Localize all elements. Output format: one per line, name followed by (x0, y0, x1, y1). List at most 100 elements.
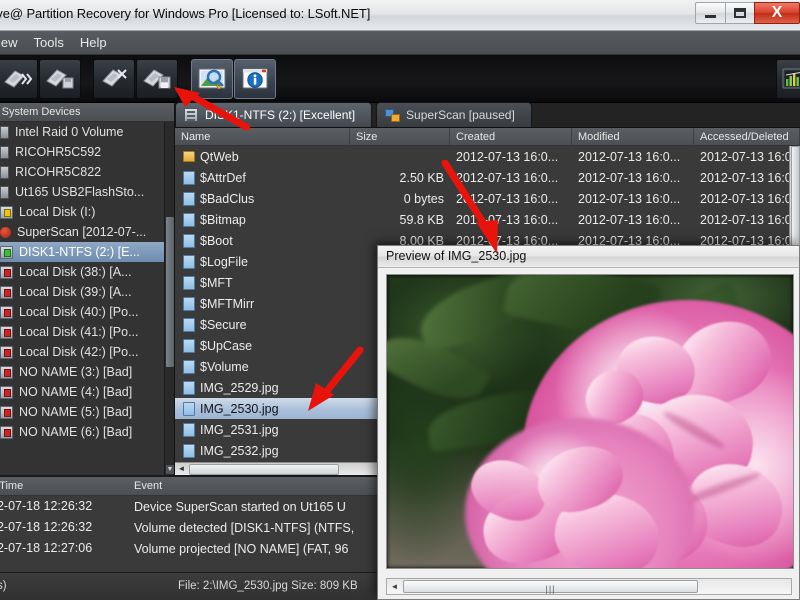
file-list-hscroll-thumb[interactable] (189, 464, 339, 475)
sidebar-item-label: NO NAME (6:) [Bad] (19, 425, 133, 439)
sidebar-item[interactable]: NO NAME (5:) [Bad] (0, 402, 174, 422)
file-accessed-cell: 2012-07-13 16:0 (700, 149, 792, 164)
tab-label: SuperScan [paused] (406, 108, 515, 122)
file-name-label: $AttrDef (200, 170, 246, 185)
sidebar-item[interactable]: RICOHR5C822 (0, 162, 174, 182)
scan-icon (0, 226, 11, 238)
column-header-size[interactable]: Size (350, 128, 450, 145)
scan-preview-icon (198, 68, 226, 90)
tab-superscan[interactable]: SuperScan [paused] (376, 102, 532, 127)
file-name-label: IMG_2531.jpg (200, 422, 279, 437)
preview-body: ◄ ||| (378, 268, 799, 599)
sidebar-item[interactable]: SuperScan [2012-07-... (0, 222, 174, 242)
sidebar-item[interactable]: Ut165 USB2FlashSto... (0, 182, 174, 202)
sidebar-item-label: NO NAME (4:) [Bad] (19, 385, 133, 399)
menu-item-help[interactable]: Help (72, 33, 115, 52)
preview-scroll-left-arrow[interactable]: ◄ (388, 580, 401, 593)
column-header-created[interactable]: Created (450, 128, 572, 145)
device-list: Intel Raid 0 Volume RICOHR5C592 RICOHR5C82… (0, 122, 174, 442)
sidebar-scrollbar[interactable]: ▼ (164, 122, 174, 475)
file-icon (183, 296, 195, 311)
sidebar-item[interactable]: NO NAME (6:) [Bad] (0, 422, 174, 442)
folder-icon (183, 151, 195, 162)
preview-horizontal-scrollbar[interactable]: ◄ ||| (386, 578, 792, 595)
sidebar-item[interactable]: DISK1-NTFS (2:) [E... (0, 242, 174, 262)
disk-editor-button[interactable] (776, 59, 800, 99)
sidebar-item[interactable]: Intel Raid 0 Volume (0, 122, 174, 142)
file-created-cell: 2012-07-13 16:0... (456, 191, 559, 206)
close-button[interactable]: X (754, 2, 800, 24)
preview-scroll-thumb[interactable]: ||| (403, 580, 698, 594)
file-modified-cell: 2012-07-13 16:0... (578, 149, 681, 164)
sidebar-item-label: Local Disk (I:) (19, 205, 96, 219)
partition-save-button[interactable] (136, 59, 178, 99)
file-name-cell: $AttrDef (175, 170, 350, 185)
sidebar-item[interactable]: Local Disk (41:) [Po... (0, 322, 174, 342)
recover-fast-button[interactable] (0, 59, 38, 99)
file-name-cell: IMG_2531.jpg (175, 422, 350, 437)
sidebar-header-label: al System Devices (0, 106, 81, 118)
file-accessed-cell: 2012-07-13 16:0 (700, 212, 792, 227)
properties-button[interactable] (234, 59, 276, 99)
superscan-icon (385, 108, 401, 122)
sidebar-item[interactable]: Local Disk (40:) [Po... (0, 302, 174, 322)
partition-delete-button[interactable] (93, 59, 135, 99)
title-bar: tive@ Partition Recovery for Windows Pro… (0, 0, 800, 31)
file-icon (183, 191, 195, 206)
file-name-cell: QtWeb (175, 150, 350, 164)
sidebar-scroll-down-arrow[interactable]: ▼ (166, 465, 174, 474)
column-header-modified[interactable]: Modified (572, 128, 694, 145)
window-controls: X (695, 0, 800, 27)
menu-bar: iew Tools Help (0, 31, 800, 55)
file-name-cell: $Volume (175, 359, 350, 374)
preview-window[interactable]: Preview of IMG_2530.jpg ◄ ||| (377, 245, 800, 600)
file-icon (183, 212, 195, 227)
sidebar-item[interactable]: Local Disk (39:) [A... (0, 282, 174, 302)
log-time-label: 12-07-18 12:26:32 (0, 519, 93, 534)
file-name-cell: $Bitmap (175, 212, 350, 227)
sidebar-item[interactable]: NO NAME (3:) [Bad] (0, 362, 174, 382)
table-row[interactable]: QtWeb 2012-07-13 16:0... 2012-07-13 16:0..… (175, 146, 800, 167)
column-header-accessed[interactable]: Accessed/Deleted (694, 128, 800, 145)
column-header-name[interactable]: Name (175, 128, 350, 145)
sidebar-item-label: Local Disk (42:) [Po... (19, 345, 139, 359)
sidebar-item[interactable]: Local Disk (I:) (0, 202, 174, 222)
preview-button[interactable] (191, 59, 233, 99)
file-name-cell: $MFT (175, 275, 350, 290)
file-name-cell: $LogFile (175, 254, 350, 269)
scroll-grip-icon: ||| (545, 584, 556, 594)
menu-item-view[interactable]: iew (0, 33, 26, 52)
recover-save-button[interactable] (39, 59, 81, 99)
sidebar-item[interactable]: Local Disk (42:) [Po... (0, 342, 174, 362)
file-name-label: QtWeb (200, 149, 239, 164)
file-list-hscroll-left-arrow[interactable]: ◄ (175, 463, 188, 475)
file-icon (183, 380, 195, 395)
menu-item-tools[interactable]: Tools (26, 33, 72, 52)
sidebar-item[interactable]: RICOHR5C592 (0, 142, 174, 162)
table-row[interactable]: $AttrDef 2.50 KB 2012-07-13 16:0... 2012-07… (175, 167, 800, 188)
status-object-count: t(s) (0, 580, 7, 592)
flower-photo (387, 275, 793, 568)
file-name-label: IMG_2529.jpg (200, 380, 279, 395)
table-row[interactable]: $BadClus 0 bytes 2012-07-13 16:0... 2012-07… (175, 188, 800, 209)
chip-icon (0, 125, 9, 139)
file-icon (183, 170, 195, 185)
drive-bad-icon (0, 345, 13, 359)
table-row[interactable]: $Bitmap 59.8 KB 2012-07-13 16:0... 2012-07-… (175, 209, 800, 230)
file-icon (183, 233, 195, 248)
file-name-label: $MFTMirr (200, 296, 255, 311)
sidebar-item[interactable]: Local Disk (38:) [A... (0, 262, 174, 282)
file-name-label: $LogFile (200, 254, 248, 269)
tab-disk1-ntfs[interactable]: DISK1-NTFS (2:) [Excellent] (175, 102, 373, 127)
maximize-icon (734, 8, 746, 18)
maximize-button[interactable] (725, 2, 755, 24)
minimize-button[interactable] (695, 2, 725, 24)
file-icon (183, 443, 195, 458)
file-icon (183, 338, 195, 353)
partition-delete-icon (102, 69, 127, 87)
sidebar-item[interactable]: NO NAME (4:) [Bad] (0, 382, 174, 402)
tab-strip: DISK1-NTFS (2:) [Excellent] SuperScan [p… (175, 102, 800, 128)
sidebar-scroll-thumb[interactable] (166, 217, 174, 367)
log-column-header-time[interactable]: e/Time (0, 477, 128, 495)
recover-save-icon (46, 69, 74, 89)
